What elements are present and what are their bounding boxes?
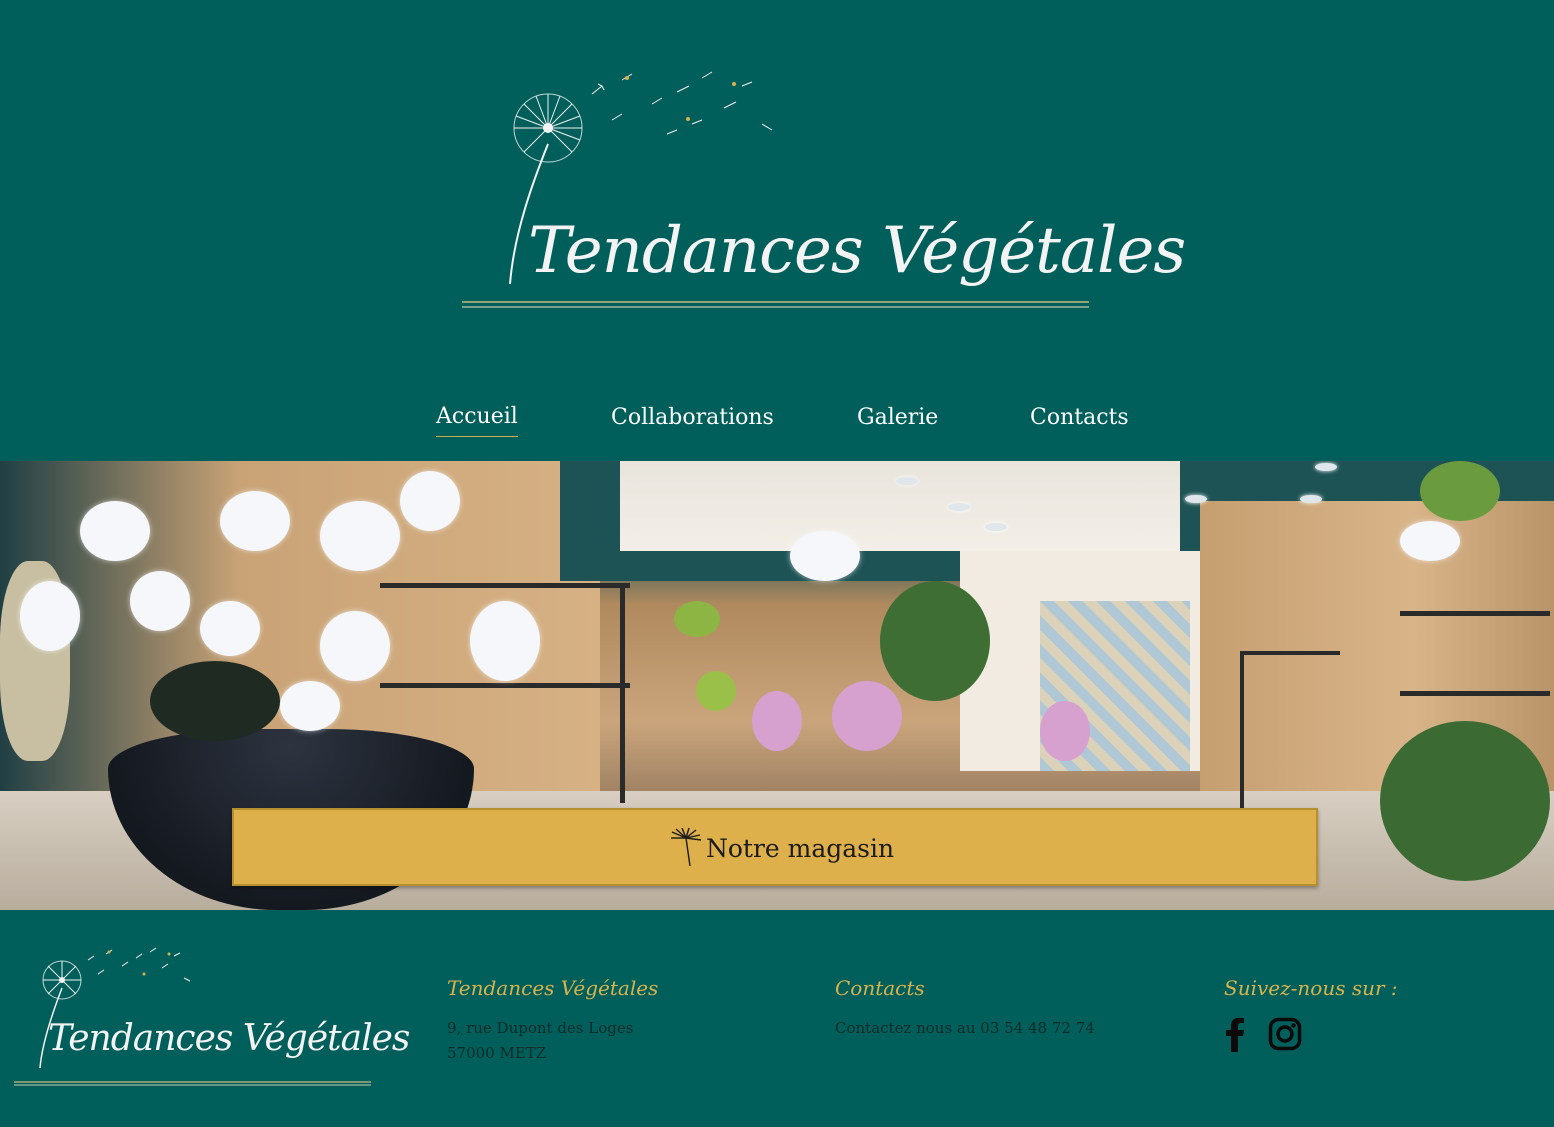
photo-white-orchid (790, 531, 860, 581)
photo-shelf (1240, 651, 1340, 655)
photo-white-orchid (400, 471, 460, 531)
photo-white-orchid (80, 501, 150, 561)
photo-plant (674, 601, 720, 637)
photo-ceiling-light (985, 523, 1007, 531)
photo-plant (880, 581, 990, 701)
footer-company: Tendances Végétales 9, rue Dupont des Lo… (447, 976, 658, 1066)
main-nav: Accueil Collaborations Galerie Contacts (0, 398, 1554, 442)
photo-shelf (380, 683, 630, 688)
nav-item-contacts[interactable]: Contacts (1030, 398, 1129, 438)
photo-plant (1380, 721, 1550, 881)
instagram-icon[interactable] (1268, 1017, 1302, 1051)
photo-pink-orchid (752, 691, 802, 751)
photo-white-orchid (220, 491, 290, 551)
photo-pink-orchid (1040, 701, 1090, 761)
photo-shelf (620, 583, 625, 803)
banner-label: Notre magasin (706, 833, 895, 863)
photo-ceiling-light (1300, 495, 1322, 503)
photo-white-orchid (470, 601, 540, 681)
nav-item-accueil[interactable]: Accueil (436, 398, 518, 437)
social-links (1224, 1016, 1398, 1052)
nav-item-collaborations[interactable]: Collaborations (611, 398, 774, 438)
photo-white-orchid (280, 681, 340, 731)
photo-ceiling-light (948, 503, 970, 511)
photo-white-orchid (320, 501, 400, 571)
footer-social: Suivez-nous sur : (1224, 976, 1398, 1052)
footer-dandelion-logo-icon (14, 947, 371, 1086)
nav-item-galerie[interactable]: Galerie (857, 398, 938, 438)
footer-contact-phone[interactable]: Contactez nous au 03 54 48 72 74 (835, 1016, 1095, 1041)
photo-ceiling-light (1315, 463, 1337, 471)
photo-white-orchid (1400, 521, 1460, 561)
footer-company-heading: Tendances Végétales (447, 976, 659, 1000)
footer-address-line2: 57000 METZ (447, 1044, 547, 1062)
notre-magasin-banner[interactable]: Notre magasin (232, 808, 1318, 886)
header-logo-text: Tendances Végétales (528, 214, 1186, 288)
footer-contacts-heading: Contacts (835, 976, 925, 1000)
photo-leaves (150, 661, 280, 741)
photo-pink-orchid (832, 681, 902, 751)
footer-logo[interactable]: Tendances Végétales (14, 944, 410, 1088)
footer-logo-text: Tendances Végétales (48, 1018, 410, 1059)
facebook-icon[interactable] (1224, 1016, 1246, 1052)
footer-social-heading: Suivez-nous sur : (1224, 976, 1398, 1000)
photo-plant (1420, 461, 1500, 521)
photo-shelf (380, 583, 630, 588)
photo-plant (696, 671, 736, 711)
photo-white-orchid (130, 571, 190, 631)
header-logo[interactable]: Tendances Végétales (462, 64, 1186, 314)
footer-contacts: Contacts Contactez nous au 03 54 48 72 7… (835, 976, 1095, 1041)
photo-ceiling-light (896, 477, 918, 485)
photo-white-orchid (320, 611, 390, 681)
footer-address-line1: 9, rue Dupont des Loges (447, 1019, 634, 1037)
photo-ceiling-light (1185, 495, 1207, 503)
photo-shelf (1400, 691, 1550, 696)
photo-white-orchid (20, 581, 80, 651)
photo-white-orchid (200, 601, 260, 656)
dandelion-seed-icon (671, 828, 702, 867)
photo-shelf (1240, 651, 1244, 811)
photo-shelf (1400, 611, 1550, 616)
photo-ceiling (620, 461, 1180, 551)
